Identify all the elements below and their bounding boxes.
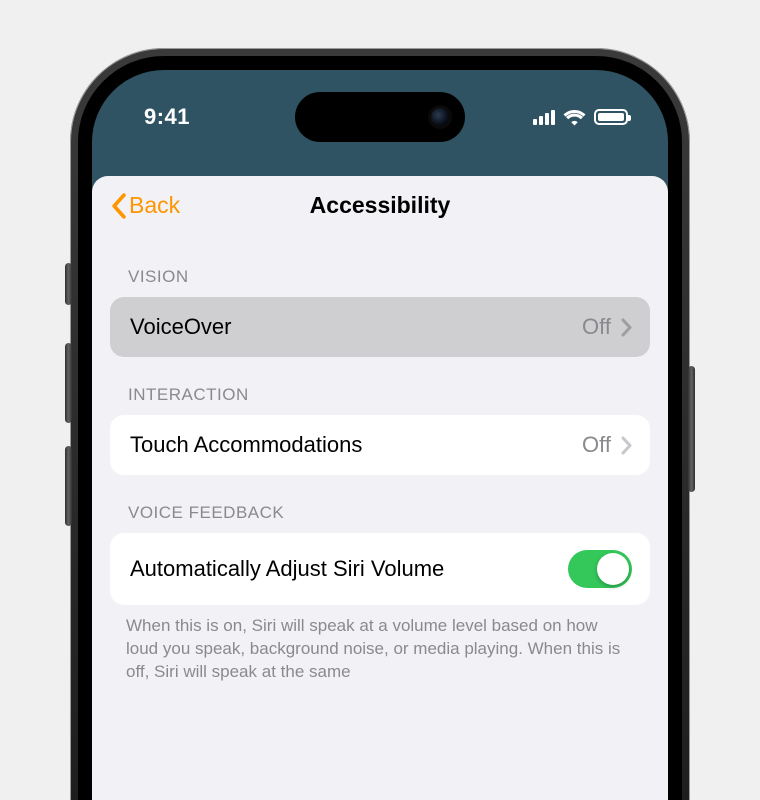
screen: 9:41 (92, 70, 668, 800)
auto-siri-volume-label: Automatically Adjust Siri Volume (130, 556, 444, 582)
content-area: Back Accessibility VISION VoiceOver Off (92, 176, 668, 800)
back-label: Back (129, 192, 180, 219)
phone-frame: 9:41 (70, 48, 690, 800)
voiceover-value: Off (582, 314, 611, 340)
status-time: 9:41 (144, 104, 190, 130)
wifi-icon (563, 109, 586, 126)
dynamic-island (295, 92, 465, 142)
cellular-signal-icon (533, 109, 555, 125)
front-camera-icon (431, 108, 449, 126)
battery-icon (594, 109, 628, 125)
auto-siri-volume-toggle[interactable] (568, 550, 632, 588)
voice-feedback-footer: When this is on, Siri will speak at a vo… (92, 605, 668, 684)
chevron-right-icon (621, 318, 632, 337)
section-header-vision: VISION (92, 237, 668, 297)
voiceover-cell[interactable]: VoiceOver Off (110, 297, 650, 357)
section-header-voice-feedback: VOICE FEEDBACK (92, 475, 668, 533)
touch-accommodations-value: Off (582, 432, 611, 458)
chevron-right-icon (621, 436, 632, 455)
voiceover-label: VoiceOver (130, 314, 232, 340)
section-header-interaction: INTERACTION (92, 357, 668, 415)
volume-up-button (65, 343, 72, 423)
touch-accommodations-cell[interactable]: Touch Accommodations Off (110, 415, 650, 475)
navigation-bar: Back Accessibility (92, 176, 668, 237)
chevron-left-icon (110, 193, 127, 219)
silent-switch (65, 263, 72, 305)
back-button[interactable]: Back (110, 192, 180, 219)
auto-siri-volume-cell: Automatically Adjust Siri Volume (110, 533, 650, 605)
volume-down-button (65, 446, 72, 526)
power-button (688, 366, 695, 492)
touch-accommodations-label: Touch Accommodations (130, 432, 362, 458)
